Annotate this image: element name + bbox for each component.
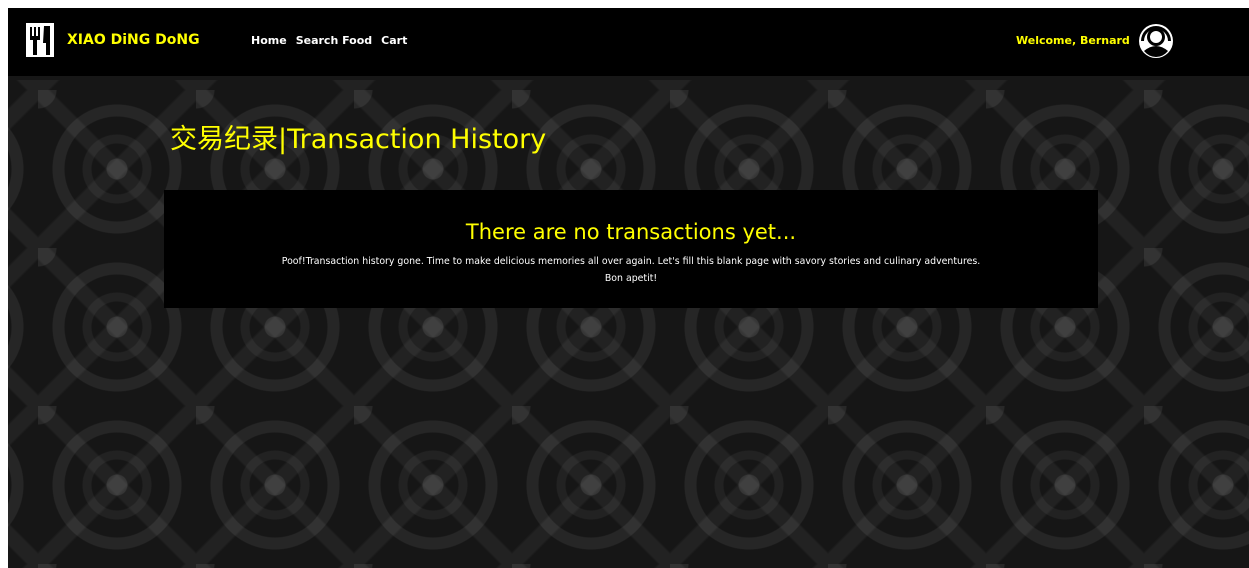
app-frame: XIAO DiNG DoNG Home Search Food Cart Wel… bbox=[8, 8, 1249, 568]
empty-state-message-line: Poof!Transaction history gone. Time to m… bbox=[281, 256, 981, 267]
brand-name: XIAO DiNG DoNG bbox=[67, 32, 200, 48]
empty-state-signoff: Bon apetit! bbox=[604, 273, 658, 284]
user-avatar-icon[interactable] bbox=[1139, 24, 1173, 58]
fork-knife-icon bbox=[26, 23, 54, 57]
nav-link-search-food[interactable]: Search Food bbox=[296, 32, 372, 50]
nav-links: Home Search Food Cart bbox=[251, 32, 416, 50]
brand[interactable]: XIAO DiNG DoNG bbox=[26, 23, 200, 57]
top-navbar: XIAO DiNG DoNG Home Search Food Cart Wel… bbox=[8, 8, 1249, 76]
empty-state-message: Poof!Transaction history gone. Time to m… bbox=[171, 253, 1091, 287]
empty-state-heading: There are no transactions yet... bbox=[465, 220, 797, 244]
welcome-text: Welcome, Bernard bbox=[1016, 34, 1130, 47]
empty-state-card: There are no transactions yet... Poof!Tr… bbox=[164, 190, 1098, 308]
page-title: 交易纪录|Transaction History bbox=[170, 124, 547, 155]
nav-link-cart[interactable]: Cart bbox=[381, 32, 407, 50]
nav-link-home[interactable]: Home bbox=[251, 32, 287, 50]
